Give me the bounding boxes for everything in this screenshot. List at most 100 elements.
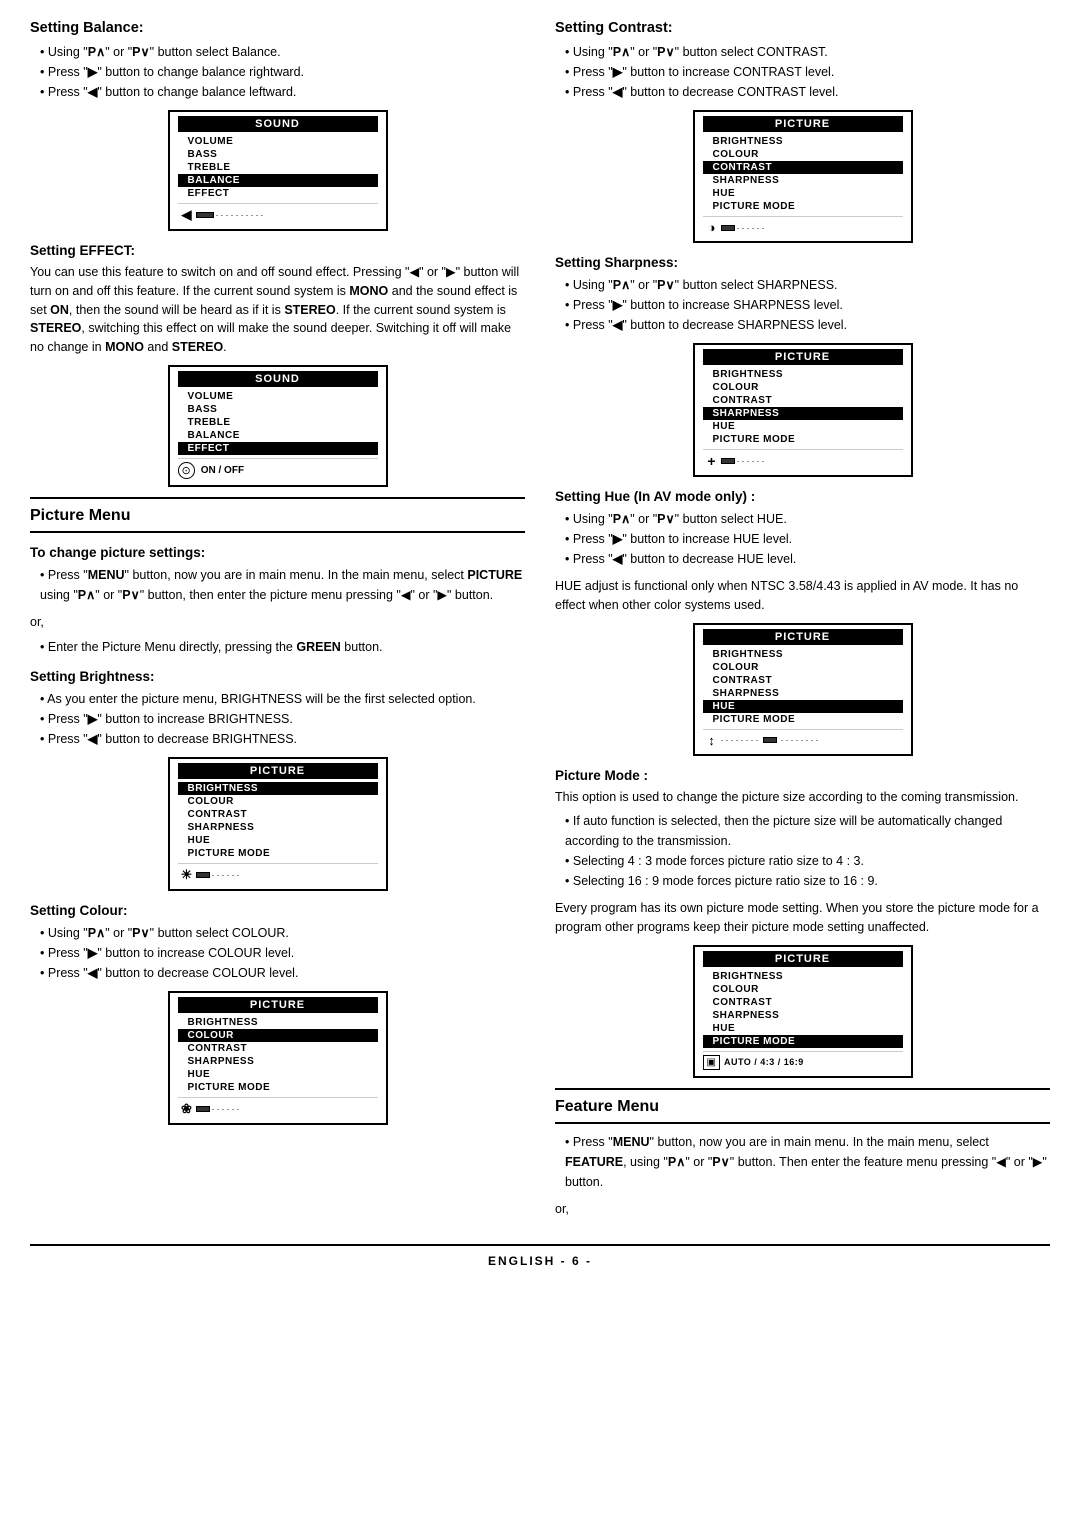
setting-brightness-title: Setting Brightness: (30, 669, 525, 684)
feature-menu-list: Press "MENU" button, now you are in main… (555, 1132, 1050, 1192)
pic-item-brightness5: BRIGHTNESS (703, 648, 903, 661)
pic-item-colour2: COLOUR (178, 1029, 378, 1042)
picture-menu-contrast: PICTURE BRIGHTNESS COLOUR CONTRAST SHARP… (693, 110, 913, 243)
picture-menu-colour-title: PICTURE (178, 997, 378, 1013)
pic-item-picturemode4: PICTURE MODE (703, 433, 903, 446)
pic-item-colour4: COLOUR (703, 381, 903, 394)
to-change-list2: Enter the Picture Menu directly, pressin… (30, 637, 525, 657)
pic-item-sharpness3: SHARPNESS (703, 174, 903, 187)
pic-item-colour5: COLOUR (703, 661, 903, 674)
picture-menu-title: Picture Menu (30, 507, 525, 525)
setting-effect-body: You can use this feature to switch on an… (30, 263, 525, 357)
pic-item-colour: COLOUR (178, 795, 378, 808)
menu-item-bass: BASS (178, 148, 378, 161)
setting-colour-list: Using "P∧" or "P∨" button select COLOUR.… (30, 923, 525, 983)
picture-menu-picturemode: PICTURE BRIGHTNESS COLOUR CONTRAST SHARP… (693, 945, 913, 1078)
list-item: Selecting 4 : 3 mode forces picture rati… (555, 851, 1050, 871)
pic-item-brightness6: BRIGHTNESS (703, 970, 903, 983)
menu-item-volume: VOLUME (178, 135, 378, 148)
or-text-1: or, (30, 613, 525, 632)
brightness-icon: ☀ (178, 867, 196, 883)
pic-item-picturemode: PICTURE MODE (178, 847, 378, 860)
setting-hue-title: Setting Hue (In AV mode only) : (555, 489, 1050, 504)
list-item: Press "▶" button to increase COLOUR leve… (30, 943, 525, 963)
menu-item-treble: TREBLE (178, 161, 378, 174)
pic-item-sharpness2: SHARPNESS (178, 1055, 378, 1068)
contrast-icon: ◑ (703, 220, 721, 235)
menu-item-balance2: BALANCE (178, 429, 378, 442)
pic-item-picturemode3: PICTURE MODE (703, 200, 903, 213)
pic-item-hue: HUE (178, 834, 378, 847)
list-item: Using "P∧" or "P∨" button select CONTRAS… (555, 42, 1050, 62)
to-change-list: Press "MENU" button, now you are in main… (30, 565, 525, 605)
pic-item-hue2: HUE (178, 1068, 378, 1081)
pic-item-hue3: HUE (703, 187, 903, 200)
list-item: Selecting 16 : 9 mode forces picture rat… (555, 871, 1050, 891)
list-item: Using "P∧" or "P∨" button select Balance… (30, 42, 525, 62)
setting-hue-list: Using "P∧" or "P∨" button select HUE. Pr… (555, 509, 1050, 569)
on-off-icon: ⊙ (178, 462, 195, 479)
sound-menu-bottom: ◀ ··· ·· ·· ·· · (178, 203, 378, 223)
pic-item-contrast3: CONTRAST (703, 161, 903, 174)
list-item: Press "MENU" button, now you are in main… (555, 1132, 1050, 1192)
right-column: Setting Contrast: Using "P∧" or "P∨" but… (555, 20, 1050, 1224)
pic-item-picturemode6: PICTURE MODE (703, 1035, 903, 1048)
pic-item-sharpness4: SHARPNESS (703, 407, 903, 420)
pic-item-brightness: BRIGHTNESS (178, 782, 378, 795)
list-item: Press "◀" button to decrease CONTRAST le… (555, 82, 1050, 102)
pic-item-hue6: HUE (703, 1022, 903, 1035)
feature-menu-divider2 (555, 1122, 1050, 1124)
sound-menu-effect: SOUND VOLUME BASS TREBLE BALANCE EFFECT … (168, 365, 388, 487)
list-item: Press "◀" button to decrease HUE level. (555, 549, 1050, 569)
pic-item-sharpness6: SHARPNESS (703, 1009, 903, 1022)
list-item: Press "◀" button to decrease SHARPNESS l… (555, 315, 1050, 335)
list-item: Press "MENU" button, now you are in main… (30, 565, 525, 605)
setting-balance-list: Using "P∧" or "P∨" button select Balance… (30, 42, 525, 102)
picture-mode-title: Picture Mode : (555, 768, 1050, 783)
hue-bottom: ↕ ·· ·· ·· ·· ·· ·· ·· ·· (703, 729, 903, 748)
menu-item-treble2: TREBLE (178, 416, 378, 429)
to-change-title: To change picture settings: (30, 545, 525, 560)
sound-menu-effect-title: SOUND (178, 371, 378, 387)
left-arrow-icon: ◀ (178, 207, 196, 223)
setting-sharpness-title: Setting Sharpness: (555, 255, 1050, 270)
menu-item-effect2: EFFECT (178, 442, 378, 455)
list-item: Press "▶" button to increase BRIGHTNESS. (30, 709, 525, 729)
pic-item-colour3: COLOUR (703, 148, 903, 161)
list-item: Using "P∧" or "P∨" button select COLOUR. (30, 923, 525, 943)
list-item: Enter the Picture Menu directly, pressin… (30, 637, 525, 657)
hue-icon: ↕ (703, 733, 721, 748)
contrast-bottom: ◑ ·· ·· ·· (703, 216, 903, 235)
picturemode-bottom: ▣ AUTO / 4:3 / 16:9 (703, 1051, 903, 1070)
list-item: Press "▶" button to increase SHARPNESS l… (555, 295, 1050, 315)
pic-item-colour6: COLOUR (703, 983, 903, 996)
left-column: Setting Balance: Using "P∧" or "P∨" butt… (30, 20, 525, 1224)
pic-item-contrast6: CONTRAST (703, 996, 903, 1009)
picture-mode-list: If auto function is selected, then the p… (555, 811, 1050, 891)
page: Setting Balance: Using "P∧" or "P∨" butt… (0, 0, 1080, 1302)
colour-bottom: ❀ ·· ·· ·· (178, 1097, 378, 1117)
feature-menu-title: Feature Menu (555, 1098, 1050, 1116)
page-footer: ENGLISH - 6 - (30, 1244, 1050, 1272)
pic-item-sharpness5: SHARPNESS (703, 687, 903, 700)
setting-colour-title: Setting Colour: (30, 903, 525, 918)
list-item: Press "◀" button to decrease COLOUR leve… (30, 963, 525, 983)
sharpness-bottom: + ·· ·· ·· (703, 449, 903, 469)
feature-menu-divider (555, 1088, 1050, 1090)
setting-contrast-title: Setting Contrast: (555, 20, 1050, 36)
pic-item-sharpness: SHARPNESS (178, 821, 378, 834)
picture-menu-contrast-title: PICTURE (703, 116, 903, 132)
picture-mode-body1: This option is used to change the pictur… (555, 788, 1050, 807)
menu-item-volume2: VOLUME (178, 390, 378, 403)
footer-text: ENGLISH - 6 - (488, 1254, 592, 1268)
list-item: Press "◀" button to change balance leftw… (30, 82, 525, 102)
pic-item-contrast5: CONTRAST (703, 674, 903, 687)
picture-menu-divider2 (30, 531, 525, 533)
list-item: Press "◀" button to decrease BRIGHTNESS. (30, 729, 525, 749)
hue-note: HUE adjust is functional only when NTSC … (555, 577, 1050, 615)
picture-menu-sharpness-title: PICTURE (703, 349, 903, 365)
pic-item-brightness3: BRIGHTNESS (703, 135, 903, 148)
list-item: Press "▶" button to increase HUE level. (555, 529, 1050, 549)
on-off-label: ON / OFF (201, 465, 244, 476)
picture-menu-brightness-title: PICTURE (178, 763, 378, 779)
